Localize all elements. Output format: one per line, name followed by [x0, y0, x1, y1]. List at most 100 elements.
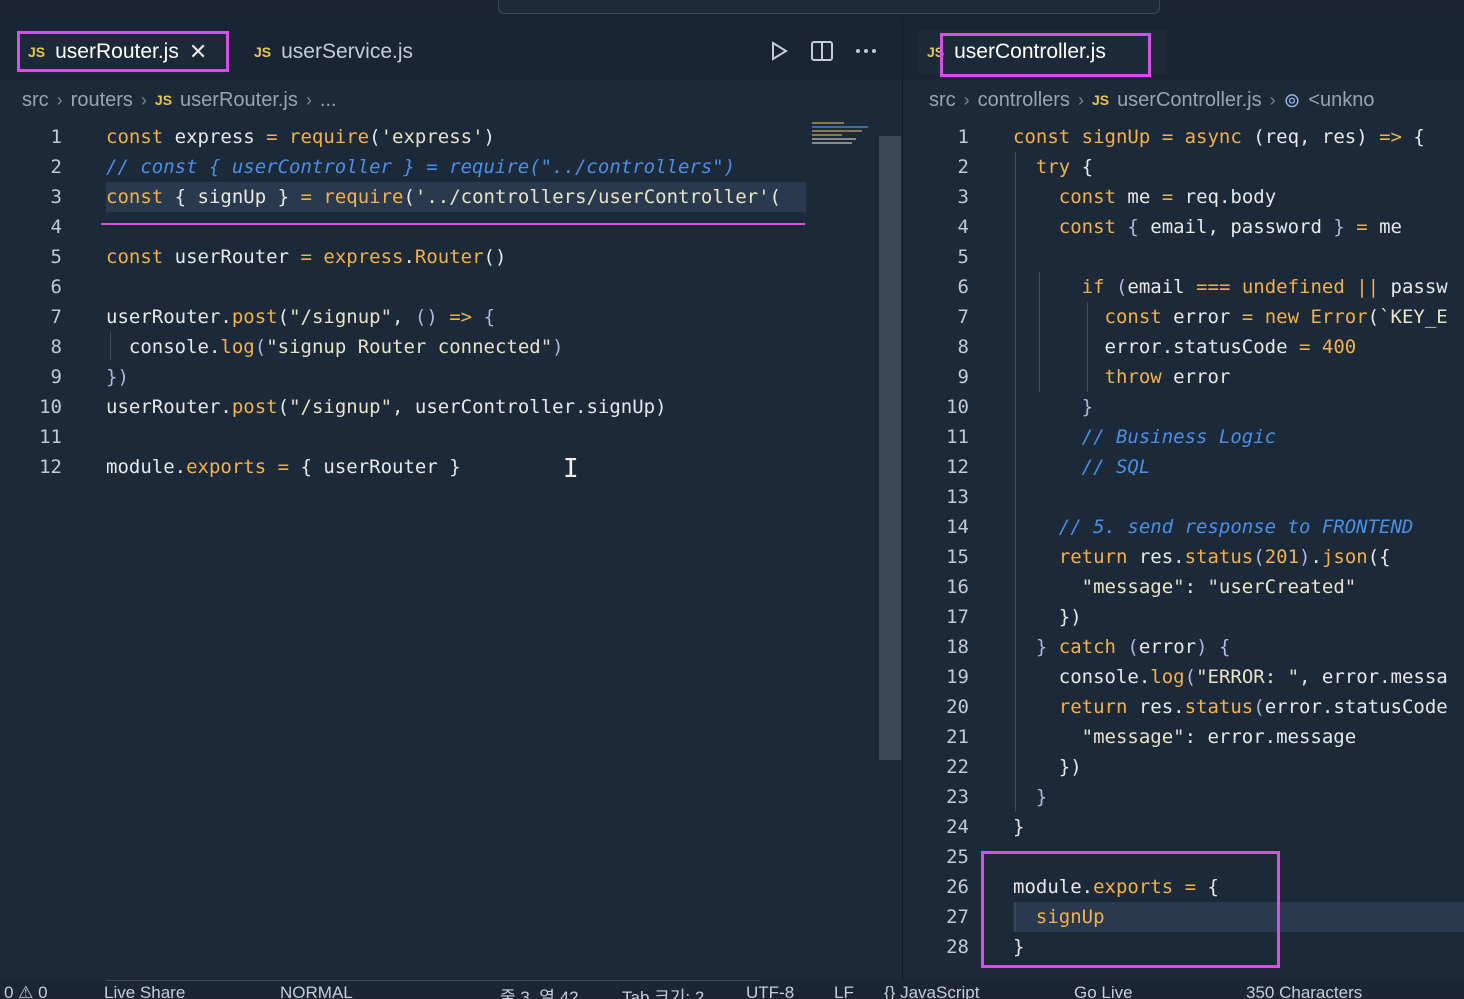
- breadcrumb-folder[interactable]: controllers: [978, 89, 1070, 112]
- code-line[interactable]: 2 // const { userController } = require("…: [0, 152, 736, 182]
- text-cursor-icon: I: [563, 454, 579, 484]
- code-line[interactable]: 14 // 5. send response to FRONTEND: [903, 512, 1413, 542]
- line-number: 28: [946, 936, 969, 958]
- code-line[interactable]: 22 }): [903, 752, 1082, 782]
- code-line[interactable]: 12 module.exports = { userRouter }: [0, 452, 461, 482]
- code-line[interactable]: 1 const signUp = async (req, res) => {: [903, 122, 1425, 152]
- status-go-live[interactable]: Go Live: [1074, 983, 1133, 999]
- code-text: try {: [1013, 152, 1093, 182]
- code-line[interactable]: 27 signUp: [903, 902, 1104, 932]
- code-line[interactable]: 6: [0, 272, 62, 302]
- code-line[interactable]: 21 "message": error.message: [903, 722, 1356, 752]
- code-line[interactable]: 10 userRouter.post("/signup", userControl…: [0, 392, 666, 422]
- minimap[interactable]: [812, 122, 872, 144]
- js-file-icon: JS: [28, 44, 46, 60]
- code-line[interactable]: 17 }): [903, 602, 1082, 632]
- code-line[interactable]: 5 const userRouter = express.Router(): [0, 242, 507, 272]
- status-encoding[interactable]: UTF-8: [746, 983, 794, 999]
- code-line[interactable]: 11 // Business Logic: [903, 422, 1276, 452]
- status-eol[interactable]: LF: [834, 983, 854, 999]
- code-line[interactable]: 15 return res.status(201).json({: [903, 542, 1390, 572]
- vertical-scrollbar[interactable]: [879, 136, 901, 760]
- code-line[interactable]: 9}): [0, 362, 129, 392]
- status-language[interactable]: {} JavaScript: [884, 983, 979, 999]
- breadcrumb-file[interactable]: userController.js: [1117, 89, 1262, 112]
- code-line[interactable]: 1 const express = require('express'): [0, 122, 495, 152]
- code-line[interactable]: 16 "message": "userCreated": [903, 572, 1356, 602]
- line-number: 8: [957, 336, 969, 358]
- code-token: error: [1173, 366, 1231, 388]
- tab-userrouter[interactable]: JS userRouter.js ✕: [18, 30, 228, 74]
- code-text: module.exports = { userRouter }: [106, 452, 461, 482]
- code-line[interactable]: 23 }: [903, 782, 1047, 812]
- code-text: // const { userController } = require(".…: [106, 152, 735, 182]
- code-line[interactable]: 19 console.log("ERROR: ", error.messa: [903, 662, 1448, 692]
- code-token: try: [1035, 156, 1082, 178]
- code-text: error.statusCode = 400: [1013, 332, 1357, 362]
- code-line[interactable]: 4: [0, 212, 62, 242]
- code-line[interactable]: 8 console.log("signup Router connected"): [0, 332, 564, 362]
- code-line[interactable]: 10 }: [903, 392, 1093, 422]
- code-token: (): [414, 306, 450, 328]
- code-token: error.statusCode: [1013, 336, 1299, 358]
- code-token: const: [106, 246, 175, 268]
- code-line[interactable]: 3 const me = req.body: [903, 182, 1277, 212]
- more-actions-icon[interactable]: [854, 40, 878, 62]
- code-token: =: [300, 186, 324, 208]
- code-editor-right[interactable]: 1 const signUp = async (req, res) => {2 t…: [903, 122, 1464, 981]
- code-line[interactable]: 9 throw error: [903, 362, 1231, 392]
- breadcrumb-src[interactable]: src: [22, 89, 49, 112]
- code-token: res.: [1138, 546, 1185, 568]
- code-line[interactable]: 12 // SQL: [903, 452, 1150, 482]
- breadcrumb-symbol[interactable]: ...: [320, 89, 337, 112]
- code-token: .: [1081, 876, 1094, 898]
- status-cursor-position[interactable]: 줄 3, 열 42: [500, 983, 579, 999]
- code-line[interactable]: 13: [903, 482, 969, 512]
- breadcrumb-file[interactable]: userRouter.js: [180, 89, 298, 112]
- code-line[interactable]: 20 return res.status(error.statusCode: [903, 692, 1448, 722]
- line-number: 24: [946, 816, 969, 838]
- line-number: 22: [946, 756, 969, 778]
- code-line[interactable]: 24}: [903, 812, 1024, 842]
- code-token: 400: [1321, 336, 1357, 358]
- chevron-right-icon: ›: [305, 89, 312, 110]
- code-editor-left[interactable]: 1 const express = require('express') 2// c…: [0, 122, 902, 981]
- code-line[interactable]: 7 userRouter.post("/signup", () => {: [0, 302, 495, 332]
- code-line[interactable]: 28}: [903, 932, 1024, 962]
- code-line[interactable]: 25: [903, 842, 969, 872]
- breadcrumb-src[interactable]: src: [929, 89, 956, 112]
- code-line[interactable]: 2 try {: [903, 152, 1094, 182]
- code-text: }: [1013, 392, 1093, 422]
- command-center[interactable]: [498, 0, 1160, 14]
- code-line[interactable]: 8 error.statusCode = 400: [903, 332, 1357, 362]
- code-line[interactable]: 7 const error = new Error(`KEY_E: [903, 302, 1448, 332]
- editor-actions: [768, 40, 878, 62]
- code-line[interactable]: 6 if (email === undefined || passw: [903, 272, 1448, 302]
- breadcrumb-symbol[interactable]: <unkno: [1308, 89, 1374, 112]
- split-editor-icon[interactable]: [810, 40, 834, 62]
- code-token: .: [220, 306, 232, 328]
- code-token: return: [1058, 546, 1139, 568]
- close-icon[interactable]: ✕: [189, 39, 207, 65]
- code-line[interactable]: 3 const { signUp } = require('../controll…: [0, 182, 781, 212]
- code-token: async: [1184, 126, 1254, 148]
- tab-userservice[interactable]: JS userService.js: [244, 30, 444, 74]
- code-line[interactable]: 26 module.exports = {: [903, 872, 1219, 902]
- status-indentation[interactable]: Tab 크기: 2: [622, 983, 704, 999]
- code-line[interactable]: 18 } catch (error) {: [903, 632, 1230, 662]
- status-live-share[interactable]: Live Share: [104, 983, 185, 999]
- code-token: 'express': [380, 126, 484, 148]
- run-icon[interactable]: [768, 40, 790, 62]
- status-problems[interactable]: 0 ⚠ 0: [4, 983, 48, 999]
- breadcrumb-folder[interactable]: routers: [71, 89, 133, 112]
- code-line[interactable]: 5: [903, 242, 969, 272]
- tab-usercontroller[interactable]: JS userController.js: [917, 30, 1167, 74]
- code-text: const { signUp } = require('../controlle…: [106, 182, 781, 212]
- code-line[interactable]: 11: [0, 422, 62, 452]
- code-text: // SQL: [1013, 452, 1151, 482]
- code-text: return res.status(error.statusCode: [1013, 692, 1448, 722]
- code-line[interactable]: 4 const { email, password } = me: [903, 212, 1402, 242]
